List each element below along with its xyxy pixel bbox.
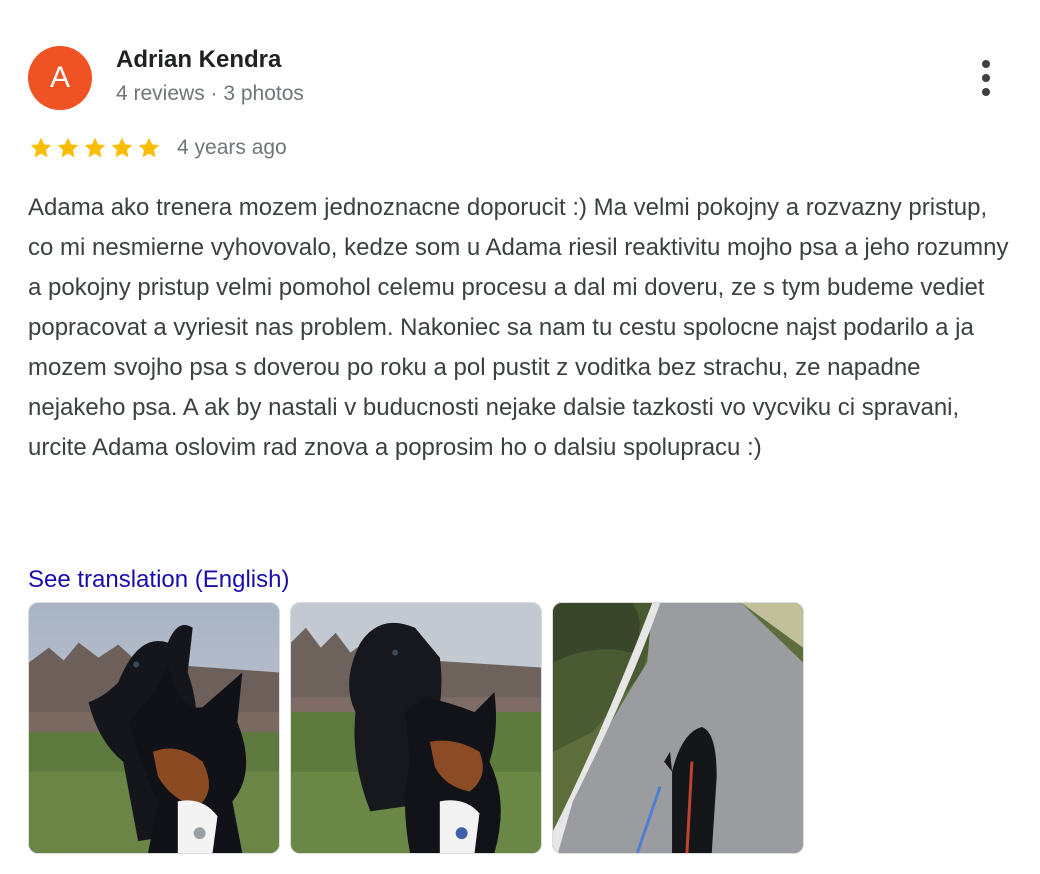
rating-row: 4 years ago	[28, 132, 287, 164]
star-icon	[84, 137, 106, 158]
review-text: Adama ako trenera mozem jednoznacne dopo…	[28, 194, 1009, 461]
review-date: 4 years ago	[177, 136, 287, 159]
see-translation-link[interactable]: See translation (English)	[28, 566, 289, 594]
star-icon	[111, 137, 133, 158]
avatar[interactable]: A	[28, 46, 92, 110]
avatar-initial: A	[49, 61, 70, 94]
author-meta: 4 reviews · 3 photos	[116, 82, 304, 105]
more-options-button[interactable]	[968, 58, 1004, 98]
star-icon	[138, 137, 160, 158]
photo-two-dogs-field[interactable]	[290, 602, 542, 854]
star-rating	[28, 135, 162, 161]
photo-gallery	[28, 602, 804, 854]
more-vert-icon	[982, 60, 990, 96]
photo-two-dogs-close[interactable]	[28, 602, 280, 854]
star-icon	[57, 137, 79, 158]
photo-dog-on-path[interactable]	[552, 602, 804, 854]
author-name[interactable]: Adrian Kendra	[116, 46, 281, 74]
star-icon	[30, 137, 52, 158]
